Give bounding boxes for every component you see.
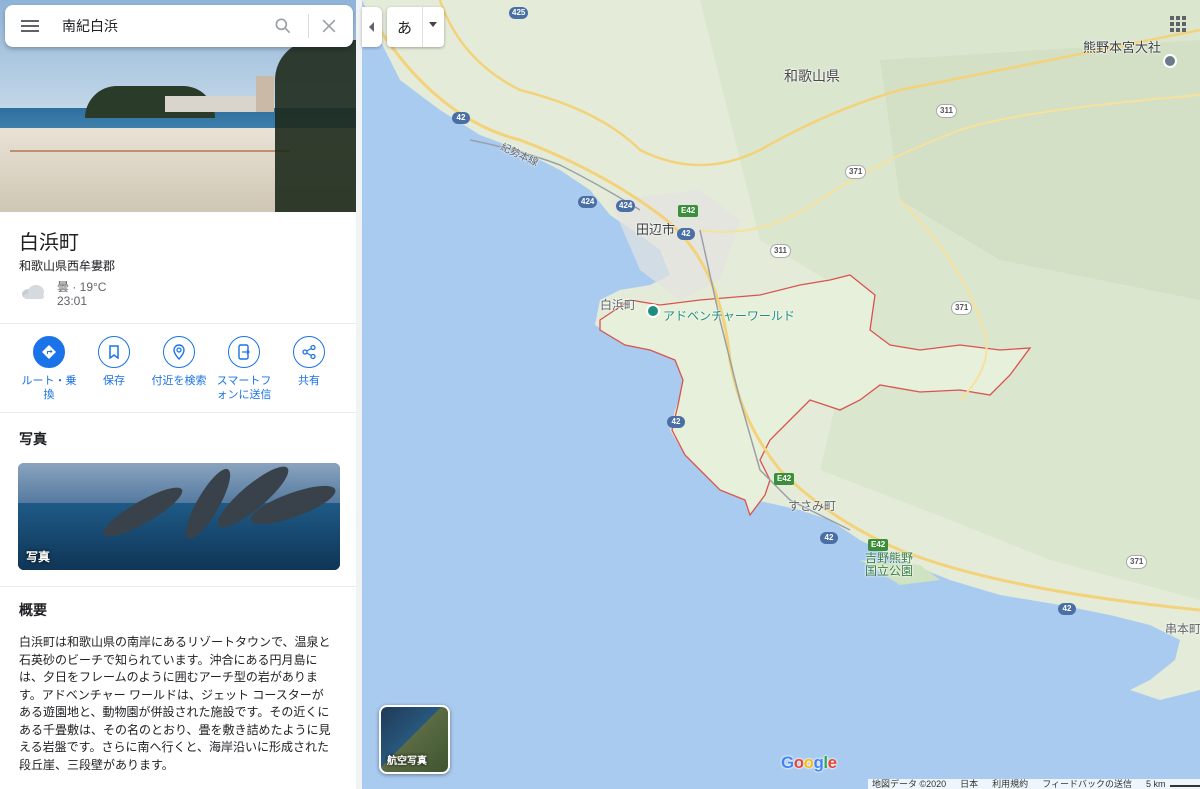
apps-grid-icon[interactable] bbox=[1170, 16, 1186, 32]
page-title: 白浜町 bbox=[19, 232, 79, 254]
photos-heading: 写真 bbox=[19, 431, 47, 447]
map-label-kushimoto[interactable]: 串本町 bbox=[1165, 620, 1200, 637]
terms-link[interactable]: 利用規約 bbox=[992, 779, 1028, 789]
route-shield: E42 bbox=[774, 473, 795, 485]
overview-heading: 概要 bbox=[19, 602, 47, 618]
menu-icon[interactable] bbox=[21, 17, 39, 35]
route-shield: 42 bbox=[1058, 603, 1076, 615]
route-shield: E42 bbox=[868, 539, 889, 551]
directions-label: ルート・乗換 bbox=[21, 375, 77, 401]
nearby-button[interactable]: 付近を検索 bbox=[147, 336, 211, 388]
close-icon[interactable] bbox=[319, 16, 339, 36]
send-to-phone-label: スマートフォンに送信 bbox=[216, 375, 272, 401]
satellite-toggle-button[interactable]: 航空写真 bbox=[379, 705, 450, 774]
map-label-susami[interactable]: すさみ町 bbox=[788, 497, 836, 514]
scale-indicator[interactable]: 5 km bbox=[1146, 779, 1200, 789]
divider bbox=[0, 323, 356, 324]
google-logo: Google bbox=[781, 753, 837, 772]
route-shield: 42 bbox=[667, 416, 685, 428]
nearby-icon bbox=[173, 344, 185, 360]
place-panel: 白浜町 和歌山県西牟婁郡 曇 · 19°C 23:01 ルート・乗換 保存 bbox=[0, 0, 356, 789]
route-shield: E42 bbox=[678, 205, 699, 217]
place-subtitle: 和歌山県西牟婁郡 bbox=[19, 259, 116, 273]
route-shield: 311 bbox=[770, 244, 791, 258]
local-time: 23:01 bbox=[57, 294, 88, 308]
route-shield: 371 bbox=[845, 165, 867, 179]
feedback-link[interactable]: フィードバックの送信 bbox=[1042, 779, 1132, 789]
route-shield: 424 bbox=[578, 196, 598, 208]
send-to-phone-button[interactable]: スマートフォンに送信 bbox=[212, 336, 276, 402]
adventure-world-pin-icon[interactable] bbox=[646, 304, 660, 318]
share-label: 共有 bbox=[298, 375, 320, 387]
search-bar bbox=[5, 5, 353, 47]
route-shield: 424 bbox=[616, 200, 636, 212]
cloud-icon bbox=[22, 285, 44, 299]
map-data-credit: 地図データ ©2020 bbox=[872, 779, 947, 789]
overview-text: 白浜町は和歌山県の南岸にあるリゾートタウンで、温泉と石英砂のビーチで知られていま… bbox=[19, 635, 331, 772]
weather-condition: 曇 · 19°C bbox=[57, 280, 107, 294]
chevron-down-icon[interactable] bbox=[429, 22, 437, 27]
input-method-label: あ bbox=[397, 20, 413, 37]
share-button[interactable]: 共有 bbox=[277, 336, 341, 388]
bookmark-icon bbox=[109, 345, 119, 359]
save-button[interactable]: 保存 bbox=[82, 336, 146, 388]
route-shield: 42 bbox=[820, 532, 838, 544]
map-label-adventure-world[interactable]: アドベンチャーワールド bbox=[663, 307, 795, 324]
shrine-pin-icon[interactable] bbox=[1163, 54, 1177, 68]
search-icon[interactable] bbox=[273, 16, 293, 36]
share-icon bbox=[302, 344, 316, 360]
panel-scrollbar[interactable] bbox=[356, 0, 362, 789]
divider bbox=[0, 412, 356, 413]
map-label-tanabe[interactable]: 田辺市 bbox=[636, 219, 675, 238]
input-method-selector[interactable]: あ bbox=[387, 7, 444, 47]
photo-card[interactable]: 写真 bbox=[18, 463, 340, 570]
photo-card-label: 写真 bbox=[26, 550, 51, 564]
directions-icon bbox=[42, 345, 56, 359]
divider bbox=[0, 586, 356, 587]
search-input[interactable] bbox=[62, 15, 262, 37]
map-label-shirahama[interactable]: 白浜町 bbox=[600, 296, 636, 313]
route-shield: 42 bbox=[452, 112, 470, 124]
route-shield: 311 bbox=[936, 104, 957, 118]
region-link[interactable]: 日本 bbox=[960, 779, 978, 789]
collapse-panel-button[interactable] bbox=[362, 7, 382, 47]
satellite-label: 航空写真 bbox=[387, 756, 427, 767]
route-shield: 42 bbox=[677, 228, 695, 240]
directions-button[interactable]: ルート・乗換 bbox=[17, 336, 81, 402]
map-attribution: 地図データ ©2020 日本 利用規約 フィードバックの送信 5 km bbox=[868, 779, 1200, 789]
route-shield: 425 bbox=[509, 7, 529, 19]
save-label: 保存 bbox=[103, 375, 125, 387]
route-shield: 371 bbox=[951, 301, 973, 315]
send-to-phone-icon bbox=[238, 344, 250, 360]
map-label-national-park[interactable]: 吉野熊野 国立公園 bbox=[865, 552, 913, 578]
route-shield: 371 bbox=[1126, 555, 1148, 569]
map-label-prefecture: 和歌山県 bbox=[784, 68, 840, 84]
caret-left-icon bbox=[369, 22, 374, 32]
map-label-kumano[interactable]: 熊野本宮大社 bbox=[1083, 37, 1161, 56]
nearby-label: 付近を検索 bbox=[151, 375, 207, 387]
